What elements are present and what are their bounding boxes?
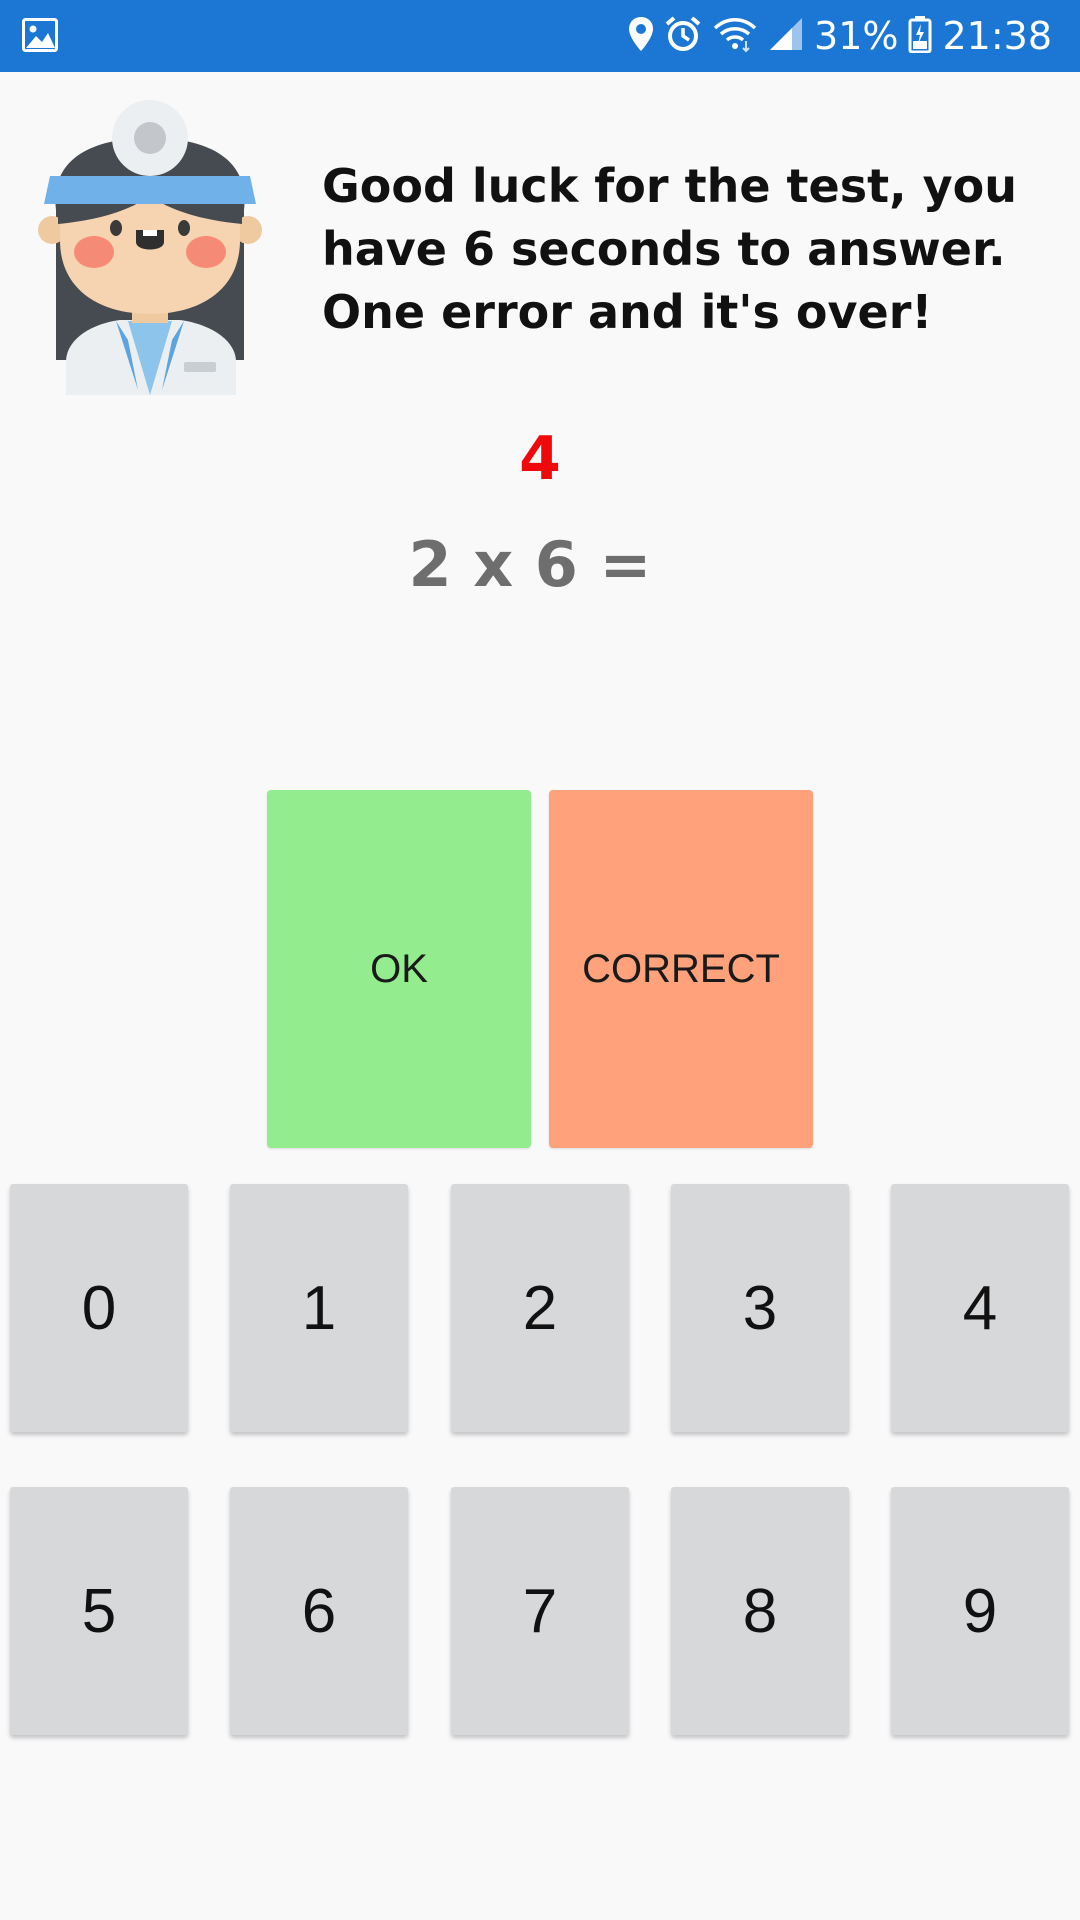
key-8[interactable]: 8 (671, 1487, 849, 1735)
status-bar: 31% 21:38 (0, 0, 1080, 72)
clock: 21:38 (942, 14, 1052, 58)
battery-icon (908, 15, 932, 58)
key-4[interactable]: 4 (891, 1184, 1069, 1432)
key-7[interactable]: 7 (451, 1487, 629, 1735)
status-icons: 31% 21:38 (628, 0, 1052, 72)
signal-icon (768, 16, 804, 57)
ok-button[interactable]: OK (267, 790, 531, 1148)
wifi-icon (712, 15, 758, 58)
key-3[interactable]: 3 (671, 1184, 849, 1432)
correct-button[interactable]: CORRECT (549, 790, 813, 1148)
key-1[interactable]: 1 (230, 1184, 408, 1432)
doctor-avatar (30, 100, 275, 400)
instruction-text: Good luck for the test, you have 6 secon… (322, 159, 1017, 339)
countdown-timer: 4 (519, 424, 561, 494)
key-0[interactable]: 0 (10, 1184, 188, 1432)
equation-text: 2 x 6 = (408, 528, 652, 601)
key-2[interactable]: 2 (451, 1184, 629, 1432)
battery-percent: 31% (814, 14, 899, 58)
gallery-icon (22, 18, 58, 52)
alarm-icon (664, 15, 702, 58)
location-icon (628, 16, 654, 57)
key-6[interactable]: 6 (230, 1487, 408, 1735)
key-5[interactable]: 5 (10, 1487, 188, 1735)
key-9[interactable]: 9 (891, 1487, 1069, 1735)
